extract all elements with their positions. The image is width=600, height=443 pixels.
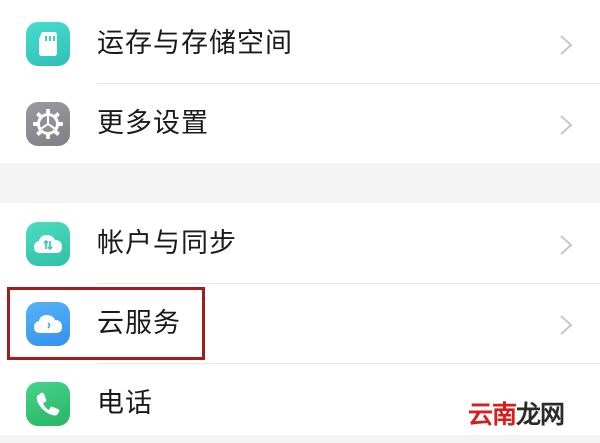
cloud-icon (26, 302, 70, 346)
settings-row-label: 云服务 (97, 308, 181, 339)
gear-icon (26, 102, 70, 146)
settings-row-more-settings[interactable]: 更多设置 (0, 83, 600, 163)
settings-row-cloud-service[interactable]: 云服务 (0, 283, 600, 363)
cloud-sync-icon (26, 222, 70, 266)
settings-row-label: 更多设置 (97, 108, 209, 139)
settings-row-label: 帐户与同步 (97, 228, 237, 259)
storage-icon (26, 22, 70, 66)
chevron-right-icon (560, 35, 573, 55)
chevron-right-icon (560, 315, 573, 335)
settings-group-top: 运存与存储空间 更多设置 (0, 0, 600, 163)
watermark-part-b: 龙网 (515, 400, 565, 429)
watermark-part-a: 云南 (467, 400, 517, 429)
settings-row-storage[interactable]: 运存与存储空间 (0, 3, 600, 83)
settings-row-label: 运存与存储空间 (97, 28, 293, 59)
watermark-logo: 云南龙网 (467, 395, 565, 431)
phone-icon (26, 382, 70, 426)
chevron-right-icon (560, 235, 573, 255)
settings-row-account-sync[interactable]: 帐户与同步 (0, 203, 600, 283)
settings-row-label: 电话 (97, 388, 153, 419)
chevron-right-icon (560, 115, 573, 135)
